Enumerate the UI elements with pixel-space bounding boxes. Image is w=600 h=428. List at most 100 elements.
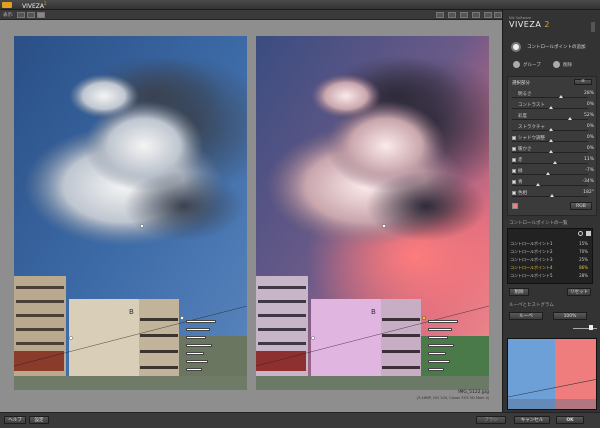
slider-row[interactable]: ストラクチャ 0% [512, 124, 594, 132]
group-icon [513, 61, 520, 68]
control-point-sliders-selected[interactable] [422, 316, 462, 376]
side-by-side-view-icon[interactable] [37, 12, 45, 18]
svg-text:B: B [129, 308, 134, 316]
cp-item-value: 15% [579, 241, 588, 246]
add-control-point-button[interactable]: コントロールポイントの追加 [509, 40, 595, 54]
image-preview-area: B B IMG_5122.jpg (3.46MP, ISO 100, Canon… [0, 20, 502, 412]
slider-row[interactable]: コントラスト 0% [512, 102, 594, 110]
slider-knob[interactable] [536, 183, 541, 186]
cp-reset-button[interactable]: リセット [567, 288, 591, 296]
app-logo [2, 2, 12, 8]
help-button[interactable]: ヘルプ [4, 416, 26, 424]
cp-item-value: 25% [579, 257, 588, 262]
selected-adjustments-section: 選択部分 ≡ 明るさ 28% コントラスト 0% 彩度 52% ストラクチャ 0% シャドウ調整… [507, 76, 597, 216]
slider-track[interactable] [512, 163, 588, 164]
control-point-icon [511, 42, 521, 52]
bottom-bar: ヘルプ 設定 ブラシ キャンセル OK [0, 412, 600, 428]
list-square-icon[interactable] [586, 231, 591, 236]
slider-knob[interactable] [559, 95, 564, 98]
split-view-icon[interactable] [27, 12, 35, 18]
slider-knob[interactable] [568, 117, 573, 120]
slider-knob[interactable] [549, 128, 553, 131]
slider-knob[interactable] [550, 194, 555, 197]
cp-list-item[interactable]: コントロールポイント5 28% [510, 273, 590, 279]
loupe-image [508, 339, 596, 409]
cp-list-item[interactable]: コントロールポイント1 15% [510, 241, 590, 247]
app-title: VIVEZA2 [22, 1, 47, 10]
slider-checkbox[interactable] [512, 169, 516, 173]
brand-title: VIVEZA 2 [509, 20, 550, 29]
slider-checkbox[interactable] [512, 191, 516, 195]
cp-item-name: コントロールポイント4 [510, 265, 553, 270]
selected-header: 選択部分 [512, 81, 530, 86]
zoom-out-icon[interactable] [472, 12, 480, 18]
zoom-fit-icon[interactable] [448, 12, 456, 18]
slider-value: -34% [582, 179, 594, 184]
cp-list-item[interactable]: コントロールポイント2 70% [510, 249, 590, 255]
cp-list-item[interactable]: コントロールポイント4 86% [510, 265, 590, 271]
cancel-button[interactable]: キャンセル [514, 416, 550, 424]
svg-text:B: B [371, 308, 376, 316]
slider-value: 0% [586, 102, 594, 107]
cp-list-header: コントロールポイントの一覧 [509, 221, 568, 226]
selected-menu-button[interactable]: ≡ [574, 79, 592, 85]
color-swatch[interactable] [512, 203, 518, 209]
title-bar: VIVEZA2 [0, 0, 600, 10]
slider-checkbox[interactable] [512, 180, 516, 184]
cp-list-item[interactable]: コントロールポイント3 25% [510, 257, 590, 263]
slider-track[interactable] [512, 185, 588, 186]
hand-tool-icon[interactable] [436, 12, 444, 18]
slider-row[interactable]: シャドウ調整 0% [512, 135, 594, 143]
slider-value: 52% [583, 113, 594, 118]
slider-value: 0% [586, 146, 594, 151]
slider-checkbox[interactable] [512, 147, 516, 151]
slider-value: -7% [585, 168, 594, 173]
brush-button[interactable]: ブラシ [476, 416, 506, 424]
loupe-select[interactable]: ルーペ [509, 312, 543, 320]
before-image-panel: B [14, 36, 247, 390]
control-point-sliders[interactable] [180, 316, 220, 376]
slider-knob[interactable] [549, 139, 553, 142]
slider-track[interactable] [512, 119, 588, 120]
list-circle-icon[interactable] [578, 231, 583, 236]
loupe-preview [507, 338, 597, 410]
single-view-icon[interactable] [17, 12, 25, 18]
delete-button[interactable]: 削除 [553, 60, 589, 70]
slider-checkbox[interactable] [512, 136, 516, 140]
slider-row[interactable]: 緑 -7% [512, 168, 594, 176]
slider-row[interactable]: 色相 182° [512, 190, 594, 198]
zoom-select[interactable]: 100% [553, 312, 587, 320]
slider-row[interactable]: 青 -34% [512, 179, 594, 187]
view-label: 表示: [3, 13, 14, 18]
after-image-panel: B [256, 36, 489, 390]
color-mode-button[interactable]: RGB [570, 202, 592, 210]
settings-button[interactable]: 設定 [29, 416, 49, 424]
sidebar-scrollbar[interactable] [591, 22, 595, 32]
view-toolbar: 表示: [0, 10, 502, 20]
zoom-in-icon[interactable] [460, 12, 468, 18]
slider-knob[interactable] [549, 150, 553, 153]
compare-divider[interactable] [247, 36, 256, 390]
slider-value: 182° [583, 190, 594, 195]
slider-knob[interactable] [552, 161, 557, 164]
eyedropper-icon[interactable] [484, 12, 492, 18]
background-color-icon[interactable] [494, 12, 502, 18]
ok-button[interactable]: OK [556, 416, 584, 424]
slider-checkbox[interactable] [512, 158, 516, 162]
slider-row[interactable]: 暖かさ 0% [512, 146, 594, 154]
image-filename: IMG_5122.jpg [458, 390, 489, 395]
control-point-list: コントロールポイント1 15% コントロールポイント2 70% コントロールポイント3 2… [507, 228, 593, 284]
slider-track[interactable] [512, 97, 588, 98]
slider-row[interactable]: 赤 11% [512, 157, 594, 165]
slider-row[interactable]: 彩度 52% [512, 113, 594, 121]
slider-value: 0% [586, 124, 594, 129]
slider-knob[interactable] [546, 172, 551, 175]
slider-knob[interactable] [549, 106, 553, 109]
slider-row[interactable]: 明るさ 28% [512, 91, 594, 99]
slider-value: 0% [586, 135, 594, 140]
loupe-header: ルーペとヒストグラム [509, 303, 554, 308]
group-button[interactable]: グループ [513, 60, 549, 70]
cp-delete-button[interactable]: 削除 [509, 288, 529, 296]
add-control-point-label: コントロールポイントの追加 [527, 45, 586, 50]
loupe-slider[interactable] [573, 322, 597, 334]
